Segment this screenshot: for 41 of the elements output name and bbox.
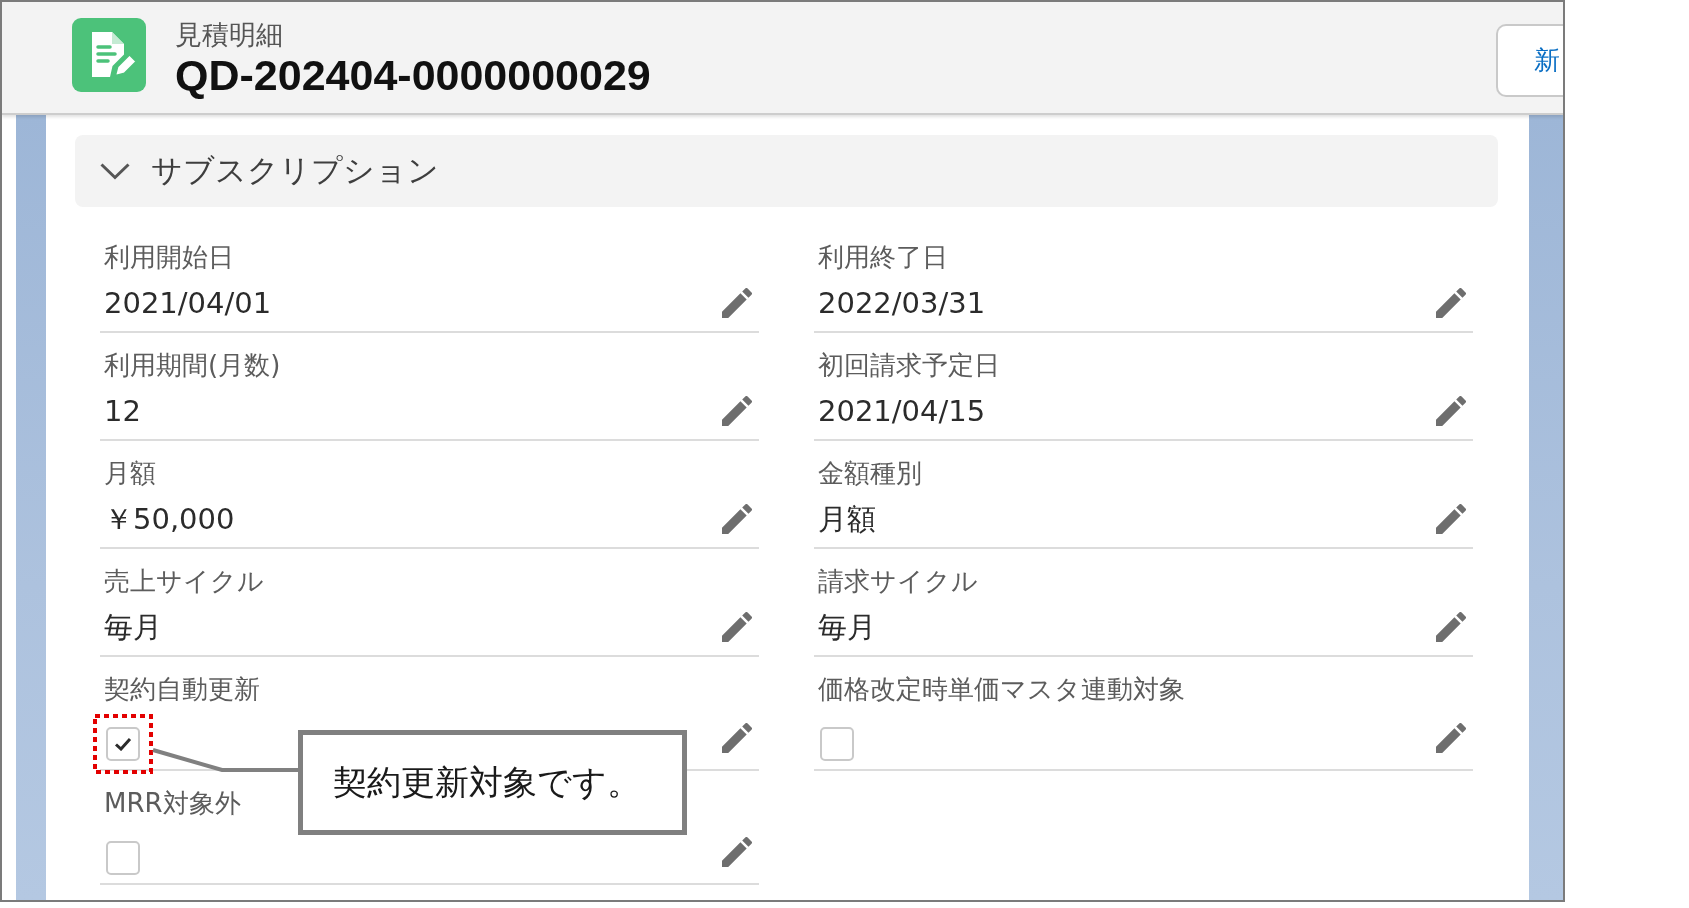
pencil-icon[interactable]	[1436, 723, 1466, 753]
pencil-icon[interactable]	[722, 837, 752, 867]
pencil-icon[interactable]	[722, 288, 752, 318]
pencil-icon[interactable]	[722, 612, 752, 642]
checkbox[interactable]	[106, 841, 140, 875]
pencil-icon[interactable]	[1436, 504, 1466, 534]
pencil-icon[interactable]	[1436, 612, 1466, 642]
field-value: 毎月	[818, 609, 876, 646]
callout-note: 契約更新対象です。	[298, 730, 687, 835]
field-label: 初回請求予定日	[818, 349, 1000, 382]
field-label: 利用開始日	[104, 241, 234, 274]
pencil-icon[interactable]	[1436, 288, 1466, 318]
field-label: 金額種別	[818, 457, 922, 490]
field-label: 請求サイクル	[818, 565, 978, 598]
field-label: 売上サイクル	[104, 565, 264, 598]
field-value: 12	[104, 393, 141, 430]
field-label: MRR対象外	[104, 787, 241, 820]
pencil-icon[interactable]	[722, 504, 752, 534]
pencil-icon[interactable]	[722, 723, 752, 753]
chevron-down-icon	[100, 162, 130, 180]
record-title: QD-202404-0000000029	[175, 52, 651, 98]
checkbox[interactable]	[106, 727, 140, 761]
checkbox[interactable]	[820, 727, 854, 761]
field-label: 利用期間(月数)	[104, 349, 281, 382]
object-type-label: 見積明細	[175, 18, 283, 52]
header-button[interactable]: 新	[1496, 24, 1563, 97]
document-pencil-icon	[72, 18, 146, 92]
pencil-icon[interactable]	[1436, 396, 1466, 426]
field-label: 月額	[104, 457, 156, 490]
field-value: 2022/03/31	[818, 285, 986, 322]
field-label: 契約自動更新	[104, 673, 260, 706]
section-header[interactable]: サブスクリプション	[75, 135, 1498, 207]
field-value: 毎月	[104, 609, 162, 646]
field-value: 2021/04/15	[818, 393, 986, 430]
field-label: 利用終了日	[818, 241, 948, 274]
field-value: 2021/04/01	[104, 285, 272, 322]
pencil-icon[interactable]	[722, 396, 752, 426]
field-value: 月額	[818, 501, 876, 538]
field-label: 価格改定時単価マスタ連動対象	[818, 673, 1185, 706]
field-value: ￥50,000	[104, 501, 235, 538]
checkmark-icon	[114, 737, 132, 751]
